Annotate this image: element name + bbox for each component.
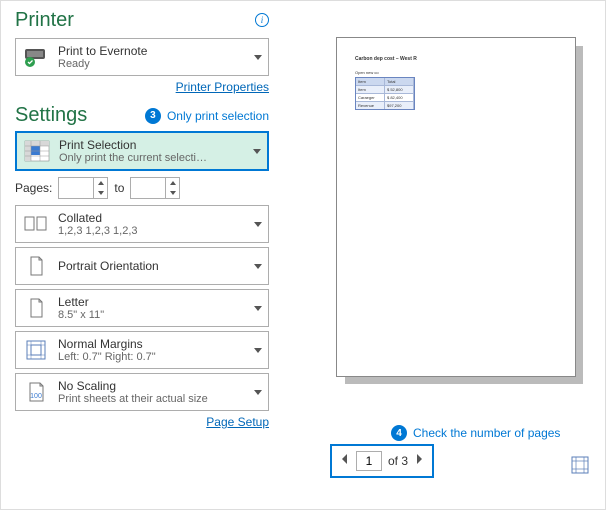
chevron-down-icon — [253, 149, 261, 154]
paper-select[interactable]: Letter 8.5" x 11" — [15, 289, 269, 327]
pages-label: Pages: — [15, 181, 52, 195]
callout-3: 3 Only print selection — [145, 108, 269, 124]
collate-icon — [22, 210, 50, 238]
show-margins-button[interactable] — [571, 456, 589, 479]
printer-name: Print to Evernote — [58, 44, 248, 58]
paper-icon — [22, 294, 50, 322]
scaling-icon: 100 — [22, 378, 50, 406]
next-page-button[interactable] — [414, 450, 426, 472]
print-what-select[interactable]: Print Selection Only print the current s… — [15, 131, 269, 171]
callout-4: 4 Check the number of pages — [391, 425, 560, 441]
orientation-title: Portrait Orientation — [58, 259, 248, 273]
pages-from-down[interactable] — [94, 188, 107, 198]
callout-badge-4: 4 — [391, 425, 407, 441]
preview-table: Item Total Item$ 52,800 Caraeger$ 82,400… — [355, 77, 415, 110]
margins-icon — [22, 336, 50, 364]
print-preview: Carbon dep cost – West R Open new co Ite… — [336, 37, 576, 377]
page-setup-link[interactable]: Page Setup — [15, 415, 269, 429]
collate-title: Collated — [58, 211, 248, 225]
settings-heading: Settings — [15, 104, 87, 127]
margins-select[interactable]: Normal Margins Left: 0.7" Right: 0.7" — [15, 331, 269, 369]
current-page-input[interactable] — [356, 451, 382, 471]
collate-select[interactable]: Collated 1,2,3 1,2,3 1,2,3 — [15, 205, 269, 243]
chevron-down-icon — [254, 348, 262, 353]
scaling-sub: Print sheets at their actual size — [58, 393, 248, 405]
preview-sub: Open new co — [355, 70, 557, 75]
prev-page-button[interactable] — [338, 450, 350, 472]
svg-text:100: 100 — [30, 393, 42, 400]
paper-title: Letter — [58, 295, 248, 309]
collate-sub: 1,2,3 1,2,3 1,2,3 — [58, 225, 248, 237]
pages-from-input[interactable] — [59, 178, 93, 198]
chevron-down-icon — [254, 264, 262, 269]
pages-to-input[interactable] — [131, 178, 165, 198]
chevron-down-icon — [254, 55, 262, 60]
margins-sub: Left: 0.7" Right: 0.7" — [58, 351, 248, 363]
printer-properties-link[interactable]: Printer Properties — [15, 80, 269, 94]
selection-icon — [23, 137, 51, 165]
printer-status: Ready — [58, 58, 248, 70]
scaling-select[interactable]: 100 No Scaling Print sheets at their act… — [15, 373, 269, 411]
scaling-title: No Scaling — [58, 379, 248, 393]
portrait-icon — [22, 252, 50, 280]
printer-icon — [22, 43, 50, 71]
pages-from[interactable] — [58, 177, 108, 199]
paper-sub: 8.5" x 11" — [58, 309, 248, 321]
pages-to-label: to — [114, 181, 124, 195]
info-icon[interactable]: i — [255, 13, 269, 27]
pages-to[interactable] — [130, 177, 180, 199]
print-what-title: Print Selection — [59, 138, 247, 152]
printer-heading: Printer — [15, 9, 269, 32]
pages-from-up[interactable] — [94, 178, 107, 188]
pager-of-label: of 3 — [388, 454, 408, 468]
chevron-down-icon — [254, 306, 262, 311]
printer-select[interactable]: Print to Evernote Ready — [15, 38, 269, 76]
preview-title: Carbon dep cost – West R — [355, 56, 557, 62]
pages-to-up[interactable] — [166, 178, 179, 188]
callout-badge-3: 3 — [145, 108, 161, 124]
chevron-down-icon — [254, 390, 262, 395]
chevron-down-icon — [254, 222, 262, 227]
margins-title: Normal Margins — [58, 337, 248, 351]
orientation-select[interactable]: Portrait Orientation — [15, 247, 269, 285]
print-what-sub: Only print the current selecti… — [59, 152, 247, 164]
pages-to-down[interactable] — [166, 188, 179, 198]
page-navigator: of 3 — [330, 444, 434, 478]
